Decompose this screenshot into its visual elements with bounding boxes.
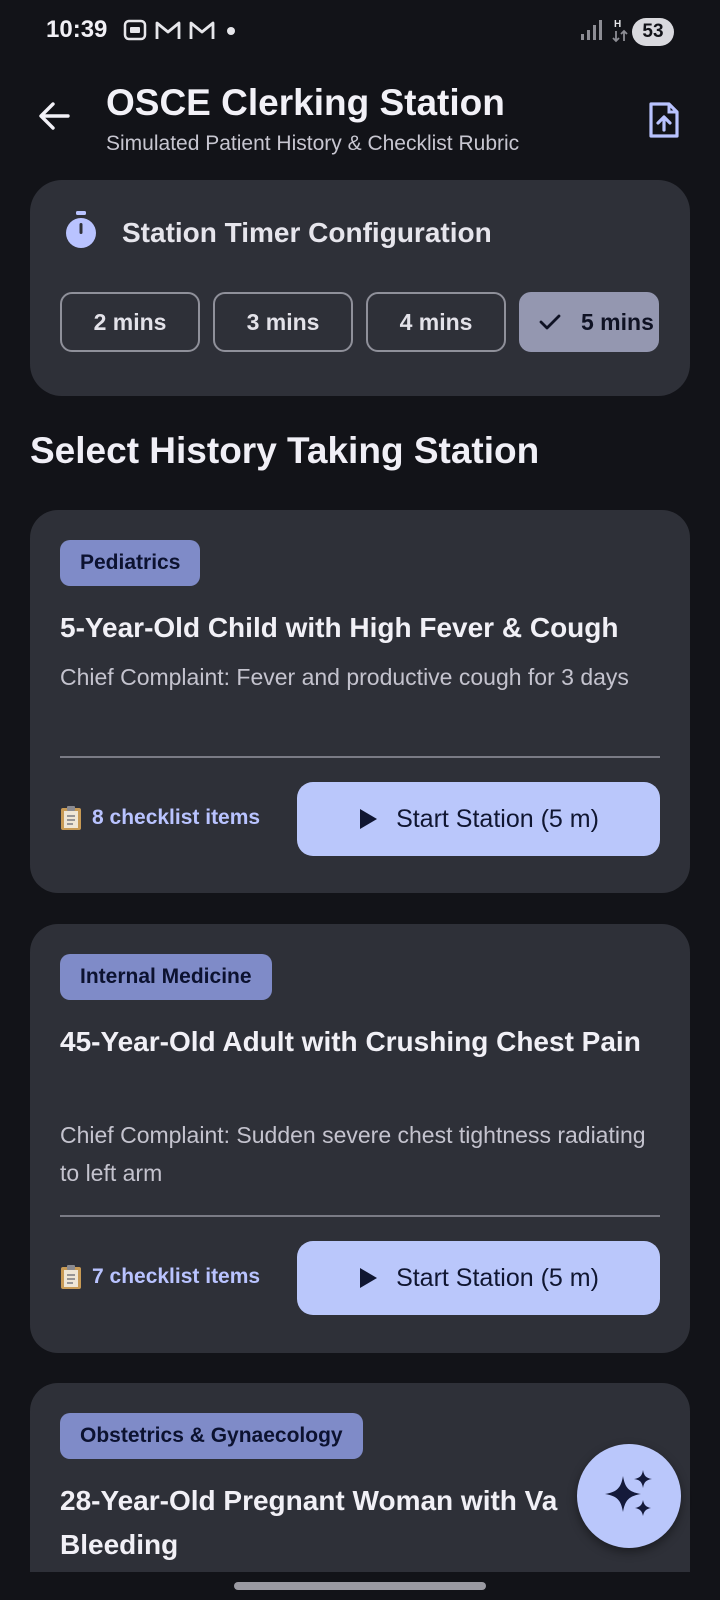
timer-chip-row: 2 mins 3 mins 4 mins 5 mins	[60, 292, 660, 354]
start-station-button[interactable]: Start Station (5 m)	[297, 782, 660, 856]
specialty-tag: Internal Medicine	[60, 954, 272, 1000]
arrow-left-icon	[36, 98, 72, 139]
divider	[60, 756, 660, 758]
checklist-count-label: 8 checklist items	[92, 806, 261, 829]
checklist-count: 7 checklist items	[60, 1264, 260, 1290]
gmail-icon	[188, 18, 216, 47]
gmail-icon	[154, 18, 182, 47]
check-icon	[539, 313, 561, 331]
dot-icon	[222, 18, 240, 47]
case-title: 45-Year-Old Adult with Crushing Chest Pa…	[60, 1026, 641, 1057]
clipboard-icon	[60, 805, 82, 831]
case-title: 28-Year-Old Pregnant Woman with Va Bleed…	[60, 1485, 558, 1560]
back-button[interactable]	[30, 94, 78, 142]
stopwatch-icon	[62, 210, 100, 255]
start-station-button[interactable]: Start Station (5 m)	[297, 1241, 660, 1315]
status-bar: 10:39 H 53	[0, 0, 720, 66]
clipboard-icon	[60, 1264, 82, 1290]
timer-chip-4[interactable]: 4 mins	[366, 292, 506, 352]
chief-complaint: Chief Complaint: Fever and productive co…	[60, 664, 629, 690]
start-station-label: Start Station (5 m)	[396, 1263, 599, 1292]
battery-indicator: 53	[632, 18, 674, 46]
svg-text:H: H	[614, 19, 621, 30]
ai-assist-fab[interactable]	[577, 1444, 681, 1548]
status-time: 10:39	[46, 16, 108, 43]
screenshot-icon	[122, 17, 148, 48]
timer-chip-3[interactable]: 3 mins	[213, 292, 353, 352]
checklist-count: 8 checklist items	[60, 805, 260, 831]
app-bar: OSCE Clerking Station Simulated Patient …	[0, 66, 720, 176]
divider	[60, 1215, 660, 1217]
play-icon	[358, 807, 378, 831]
file-upload-icon	[647, 100, 681, 145]
timer-chip-5[interactable]: 5 mins	[519, 292, 659, 352]
notification-icons	[122, 18, 240, 46]
timer-chip-2[interactable]: 2 mins	[60, 292, 200, 352]
sparkles-icon	[603, 1468, 655, 1525]
gesture-nav-handle[interactable]	[234, 1582, 486, 1590]
signal-icon	[580, 19, 602, 46]
timer-config-card: Station Timer Configuration 2 mins 3 min…	[30, 180, 690, 396]
start-station-label: Start Station (5 m)	[396, 804, 599, 833]
export-button[interactable]	[640, 98, 688, 146]
timer-chip-5-label: 5 mins	[581, 308, 654, 335]
chief-complaint: Chief Complaint: Sudden severe chest tig…	[60, 1122, 646, 1186]
timer-label: Station Timer Configuration	[122, 216, 492, 248]
data-arrows-icon: H	[610, 17, 630, 48]
checklist-count-label: 7 checklist items	[92, 1265, 261, 1288]
case-title: 5-Year-Old Child with High Fever & Cough	[60, 612, 619, 643]
case-card: Internal Medicine 45-Year-Old Adult with…	[30, 924, 690, 1353]
specialty-tag: Pediatrics	[60, 540, 201, 586]
play-icon	[358, 1266, 378, 1290]
case-card: Pediatrics 5-Year-Old Child with High Fe…	[30, 510, 690, 893]
page-subtitle: Simulated Patient History & Checklist Ru…	[106, 132, 520, 155]
specialty-tag: Obstetrics & Gynaecology	[60, 1413, 363, 1459]
page-title: OSCE Clerking Station	[106, 82, 505, 123]
timer-header: Station Timer Configuration	[62, 210, 492, 255]
section-title: Select History Taking Station	[30, 430, 540, 471]
